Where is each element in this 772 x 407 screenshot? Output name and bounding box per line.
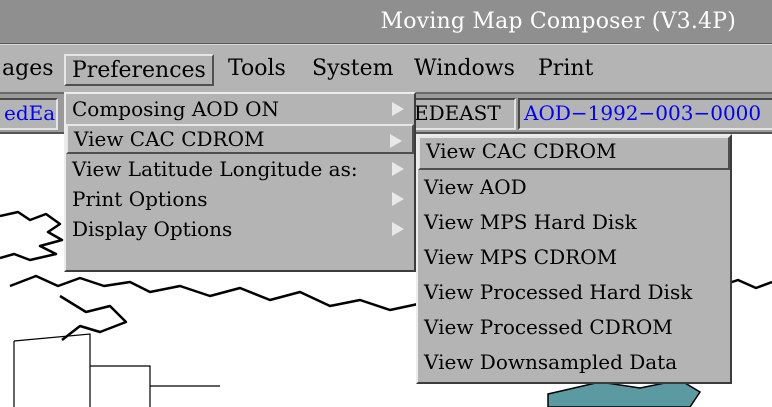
menu-item-label: View CAC CDROM — [74, 127, 265, 151]
menu-item-display-options[interactable]: Display Options — [66, 214, 414, 244]
view-submenu: View CAC CDROM View AOD View MPS Hard Di… — [416, 134, 732, 384]
coast-line-1 — [0, 210, 64, 262]
submenu-arrow-icon — [392, 192, 404, 206]
menu-tools[interactable]: Tools — [222, 54, 292, 86]
menu-item-label: Print Options — [72, 187, 208, 211]
coast-line-4 — [59, 294, 128, 341]
menu-item-print-options[interactable]: Print Options — [66, 184, 414, 214]
menu-item-label: Display Options — [72, 217, 233, 241]
menu-system[interactable]: System — [306, 54, 400, 86]
menu-item-label: Composing AOD ON — [72, 97, 279, 121]
menu-preferences-label: Preferences — [72, 58, 206, 83]
submenu-arrow-icon — [392, 162, 404, 176]
submenu-item-view-mps-cdrom[interactable]: View MPS CDROM — [418, 240, 730, 275]
menu-windows[interactable]: Windows — [408, 54, 521, 86]
menu-item-composing-aod[interactable]: Composing AOD ON — [66, 94, 414, 124]
submenu-item-view-cac-cdrom[interactable]: View CAC CDROM — [418, 136, 730, 170]
field-left[interactable]: edEas — [0, 98, 58, 130]
submenu-arrow-icon — [392, 222, 404, 236]
field-region[interactable]: EDEAST — [408, 98, 516, 130]
submenu-item-view-processed-cdrom[interactable]: View Processed CDROM — [418, 310, 730, 345]
water-area — [547, 379, 702, 407]
preferences-menu: Composing AOD ON View CAC CDROM View Lat… — [64, 92, 416, 272]
submenu-arrow-icon — [390, 134, 402, 148]
submenu-arrow-icon — [392, 102, 404, 116]
title-bar: Moving Map Composer (V3.4P) — [0, 0, 772, 44]
menu-print[interactable]: Print — [532, 54, 599, 86]
menu-item-label: View Latitude Longitude as: — [72, 157, 358, 181]
coast-line-2 — [9, 274, 419, 312]
field-aod-file[interactable]: AOD−1992−003−0000 — [518, 98, 772, 130]
border-line-2 — [13, 333, 91, 407]
menu-images[interactable]: ages — [0, 54, 60, 86]
menu-item-view-cac-cdrom[interactable]: View CAC CDROM — [66, 124, 414, 154]
menu-preferences[interactable]: Preferences — [64, 54, 214, 86]
submenu-item-view-processed-hard-disk[interactable]: View Processed Hard Disk — [418, 275, 730, 310]
border-line-3 — [90, 365, 151, 407]
submenu-item-view-mps-hard-disk[interactable]: View MPS Hard Disk — [418, 205, 730, 240]
submenu-item-view-aod[interactable]: View AOD — [418, 170, 730, 205]
menu-item-view-lat-long[interactable]: View Latitude Longitude as: — [66, 154, 414, 184]
menu-bar: ages Preferences Tools System Windows Pr… — [0, 44, 772, 94]
window-title: Moving Map Composer (V3.4P) — [380, 9, 736, 34]
submenu-item-view-downsampled-data[interactable]: View Downsampled Data — [418, 345, 730, 380]
